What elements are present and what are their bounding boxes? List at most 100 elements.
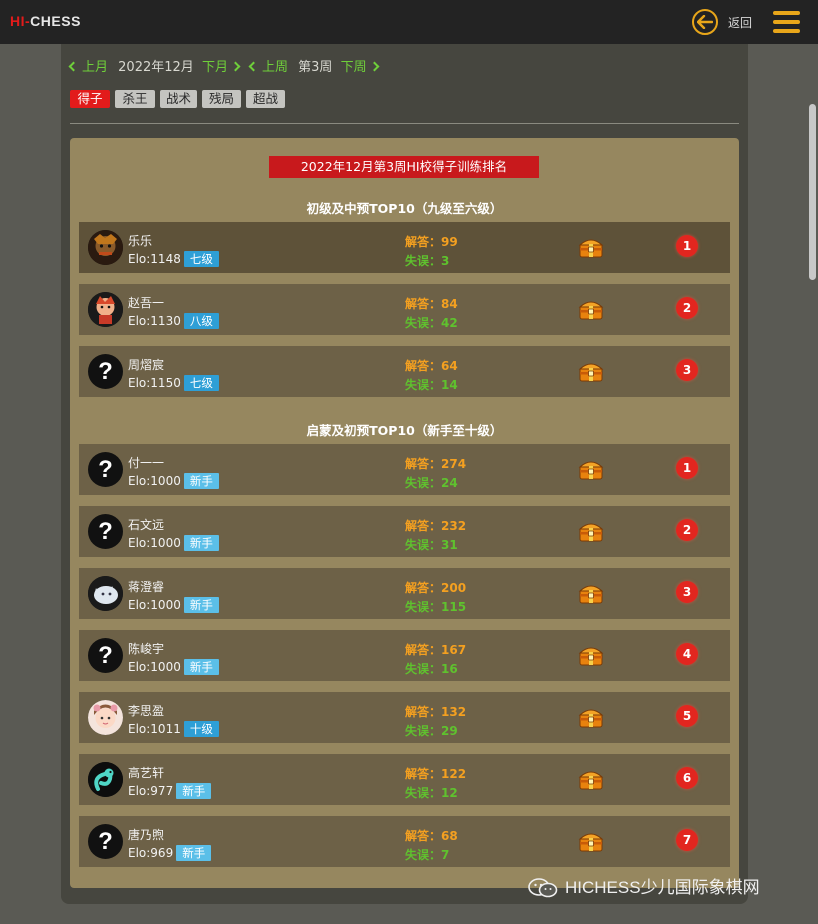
ranking-row[interactable]: 赵吾一 Elo:1130 八级 解答：84 失误：42 2 [79,284,730,335]
mistake-count: 失误：115 [405,600,467,614]
tab-endgame[interactable]: 残局 [202,90,241,108]
treasure-chest-icon[interactable] [578,643,604,667]
treasure-chest-icon[interactable] [578,767,604,791]
ranking-row[interactable]: ? 周熠宸 Elo:1150 七级 解答：64 失误：14 3 [79,346,730,397]
player-name[interactable]: 石文远 [128,516,164,533]
elo-value: Elo:1011 [128,722,181,736]
player-elo: Elo:1148 七级 [128,251,219,267]
treasure-chest-icon[interactable] [578,829,604,853]
creature-avatar-icon[interactable] [88,576,123,611]
ranking-row[interactable]: 高艺轩 Elo:977 新手 解答：122 失误：12 6 [79,754,730,805]
snake-avatar-icon[interactable] [88,762,123,797]
player-name[interactable]: 高艺轩 [128,764,164,781]
ranking-row[interactable]: ? 陈峻宇 Elo:1000 新手 解答：167 失误：16 4 [79,630,730,681]
ranking-row[interactable]: ? 付一一 Elo:1000 新手 解答：274 失误：24 1 [79,444,730,495]
back-arrow-icon[interactable] [692,9,718,35]
player-name[interactable]: 唐乃煦 [128,826,164,843]
solved-count: 解答：132 [405,705,467,719]
player-name[interactable]: 李思盈 [128,702,164,719]
treasure-chest-icon[interactable] [578,705,604,729]
mistake-count: 失误：16 [405,662,458,676]
level-badge: 新手 [183,473,219,489]
chevron-right-icon [369,61,380,72]
treasure-chest-icon[interactable] [578,519,604,543]
cartoon-avatar-icon[interactable] [88,292,123,327]
ranking-row[interactable]: 李思盈 Elo:1011 十级 解答：132 失误：29 5 [79,692,730,743]
level-badge: 七级 [183,375,219,391]
portrait-avatar-icon[interactable] [88,230,123,265]
mistake-count: 失误：3 [405,254,450,268]
current-week: 第3周 [298,60,333,75]
girl-avatar-icon[interactable] [88,700,123,735]
player-name[interactable]: 蒋澄睿 [128,578,164,595]
player-name[interactable]: 陈峻宇 [128,640,164,657]
player-elo: Elo:1000 新手 [128,535,219,551]
player-elo: Elo:1150 七级 [128,375,219,391]
ranking-row[interactable]: ? 石文远 Elo:1000 新手 解答：232 失误：31 2 [79,506,730,557]
top-bar: HI-CHESS 返回 [0,0,818,44]
prev-week-link[interactable]: 上周 [248,60,288,75]
player-name[interactable]: 周熠宸 [128,356,164,373]
solved-count: 解答：122 [405,767,467,781]
treasure-chest-icon[interactable] [578,581,604,605]
hichess-logo[interactable]: HI-CHESS [10,13,81,29]
question-avatar-icon[interactable]: ? [88,354,123,389]
player-name[interactable]: 付一一 [128,454,164,471]
treasure-chest-icon[interactable] [578,457,604,481]
ranking-row[interactable]: 乐乐 Elo:1148 七级 解答：99 失误：3 1 [79,222,730,273]
ranking-row[interactable]: ? 唐乃煦 Elo:969 新手 解答：68 失误：7 7 [79,816,730,867]
solved-count: 解答：68 [405,829,458,843]
elo-value: Elo:1000 [128,598,181,612]
player-elo: Elo:1000 新手 [128,659,219,675]
player-elo: Elo:1011 十级 [128,721,219,737]
tab-tactics[interactable]: 战术 [160,90,197,108]
level-badge: 七级 [183,251,219,267]
treasure-chest-icon[interactable] [578,235,604,259]
chevron-left-icon [248,61,259,72]
solved-count: 解答：99 [405,235,458,249]
question-avatar-icon[interactable]: ? [88,514,123,549]
question-avatar-icon[interactable]: ? [88,824,123,859]
ranking-row[interactable]: 蒋澄睿 Elo:1000 新手 解答：200 失误：115 3 [79,568,730,619]
elo-value: Elo:1000 [128,536,181,550]
treasure-chest-icon[interactable] [578,297,604,321]
elo-value: Elo:969 [128,846,174,860]
rank-badge: 1 [676,235,698,257]
next-month-link[interactable]: 下月 [202,60,241,75]
solved-count: 解答：274 [405,457,467,471]
scrollbar-thumb[interactable] [809,104,816,280]
rank-badge: 3 [676,581,698,603]
current-month: 2022年12月 [118,60,194,75]
section-title-advanced: 初级及中预TOP10（九级至六级） [306,201,503,216]
question-avatar-icon[interactable]: ? [88,452,123,487]
level-badge: 新手 [176,783,212,799]
player-elo: Elo:977 新手 [128,783,212,799]
elo-value: Elo:977 [128,784,174,798]
level-badge: 新手 [183,659,219,675]
tab-super-battle[interactable]: 超战 [246,90,285,108]
next-week-link[interactable]: 下周 [341,60,380,75]
mistake-count: 失误：24 [405,476,458,490]
watermark-text: HICHESS少儿国际象棋网 [565,878,760,897]
player-name[interactable]: 乐乐 [128,232,152,249]
prev-month-link[interactable]: 上月 [68,60,108,75]
player-elo: Elo:1000 新手 [128,473,219,489]
player-name[interactable]: 赵吾一 [128,294,164,311]
back-label[interactable]: 返回 [728,14,752,31]
divider [70,123,739,124]
ranking-panel: 2022年12月第3周HI校得子训练排名 初级及中预TOP10（九级至六级） 启… [70,138,739,888]
rank-badge: 2 [676,297,698,319]
mistake-count: 失误：12 [405,786,458,800]
tab-capture[interactable]: 得子 [70,90,110,108]
hamburger-menu-icon[interactable] [773,11,800,33]
tab-checkmate[interactable]: 杀王 [115,90,155,108]
rank-badge: 6 [676,767,698,789]
level-badge: 八级 [183,313,219,329]
ranking-banner: 2022年12月第3周HI校得子训练排名 [269,156,539,178]
level-badge: 新手 [176,845,212,861]
treasure-chest-icon[interactable] [578,359,604,383]
mistake-count: 失误：29 [405,724,458,738]
rank-badge: 3 [676,359,698,381]
rank-badge: 4 [676,643,698,665]
question-avatar-icon[interactable]: ? [88,638,123,673]
